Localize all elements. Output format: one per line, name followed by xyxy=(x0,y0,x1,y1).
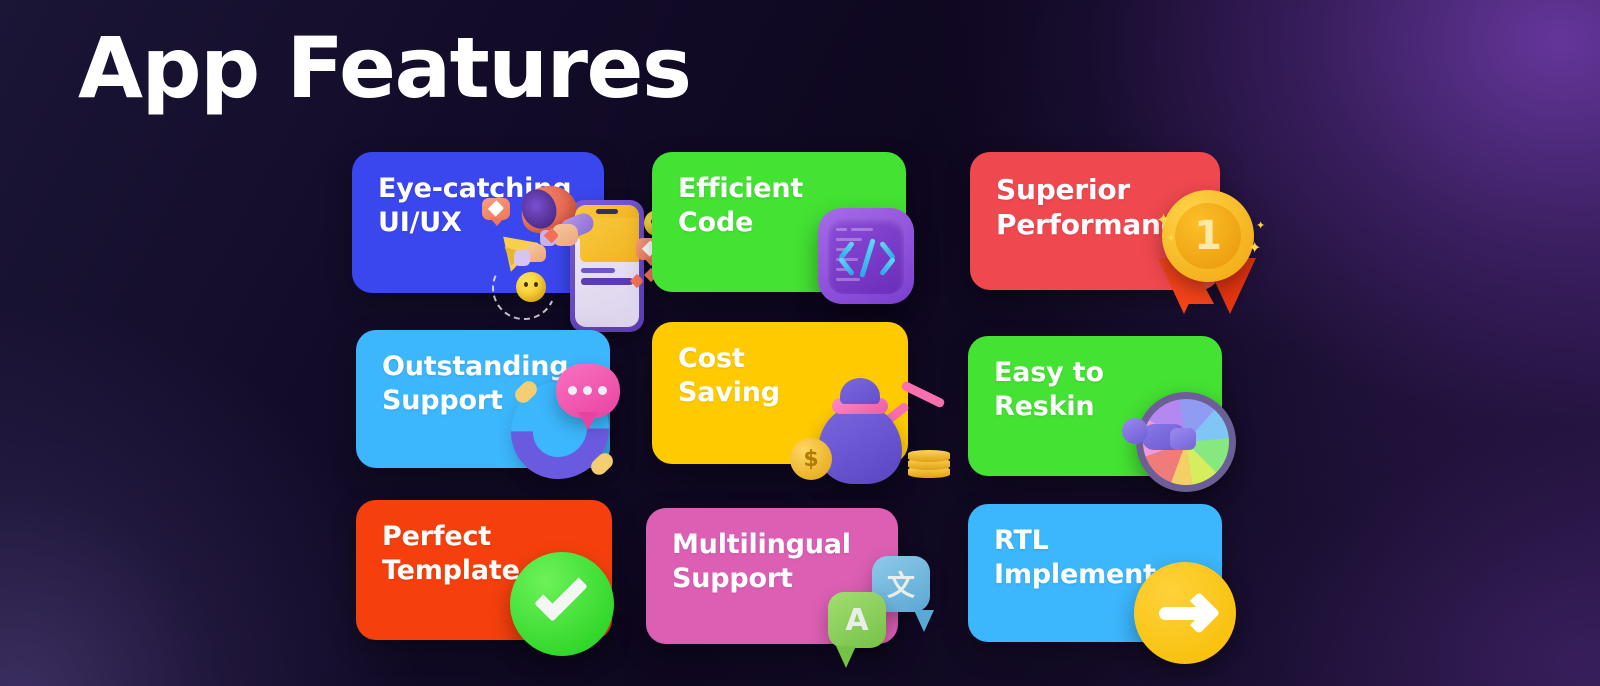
feature-card-eye-catching-ui-ux[interactable]: Eye-catching UI/UX xyxy=(352,152,604,293)
feature-card-outstanding-support[interactable]: Outstanding Support xyxy=(356,330,610,468)
slide-canvas: App Features Eye-catching UI/UX Efficien… xyxy=(0,0,1600,686)
feature-card-label: Easy to Reskin xyxy=(994,357,1104,423)
feature-card-cost-saving[interactable]: Cost Saving xyxy=(652,322,908,464)
feature-card-grid: Eye-catching UI/UX Efficient Code Superi… xyxy=(0,0,1600,686)
feature-card-label: RTL Implemented xyxy=(994,525,1194,591)
feature-card-multilingual-support[interactable]: Multilingual Support xyxy=(646,508,898,644)
feature-card-label: Outstanding Support xyxy=(382,351,569,417)
feature-card-easy-to-reskin[interactable]: Easy to Reskin xyxy=(968,336,1222,476)
feature-card-superior-performance[interactable]: Superior Performance xyxy=(970,152,1220,290)
feature-card-perfect-template[interactable]: Perfect Template xyxy=(356,500,612,640)
feature-card-label: Cost Saving xyxy=(678,343,780,409)
feature-card-label: Efficient Code xyxy=(678,173,804,239)
feature-card-label: Eye-catching UI/UX xyxy=(378,173,572,239)
feature-card-efficient-code[interactable]: Efficient Code xyxy=(652,152,906,292)
feature-card-label: Multilingual Support xyxy=(672,529,851,595)
feature-card-label: Perfect Template xyxy=(382,521,520,587)
feature-card-rtl-implemented[interactable]: RTL Implemented xyxy=(968,504,1222,642)
feature-card-label: Superior Performance xyxy=(996,173,1196,242)
